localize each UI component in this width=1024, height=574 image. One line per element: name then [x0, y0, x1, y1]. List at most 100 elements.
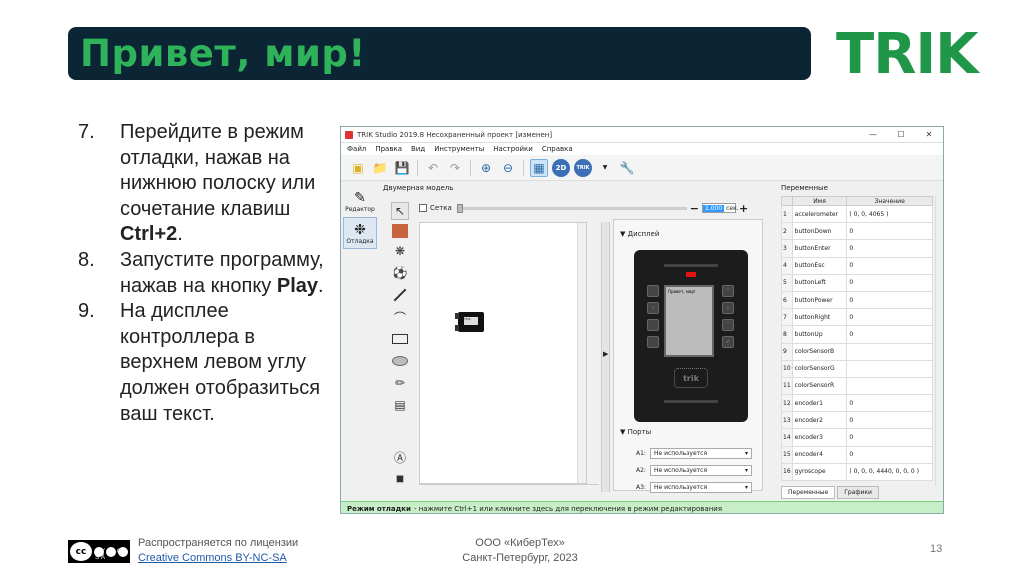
table-row[interactable]: 15 encoder4 0 [781, 445, 933, 464]
table-row[interactable]: 10 colorSensorG [781, 359, 933, 378]
table-row[interactable]: 3 buttonEnter 0 [781, 239, 933, 258]
rectangle-tool-icon[interactable] [391, 330, 409, 348]
table-row[interactable]: 13 encoder2 0 [781, 411, 933, 430]
menu-file[interactable]: Файл [347, 145, 366, 153]
variable-name: encoder2 [791, 411, 848, 430]
toolbar-separator [523, 159, 524, 176]
table-row[interactable]: 16 gyroscope( 0, 0, 0, 4440, 0, 0, 0 ) [781, 462, 933, 482]
speed-field[interactable]: 1.000 сек. [702, 203, 739, 213]
table-row[interactable]: 11 colorSensorR [781, 376, 933, 396]
grid-checkbox[interactable] [419, 204, 427, 212]
2d-scene[interactable]: TRIK [419, 222, 587, 484]
undo-icon[interactable]: ↶ [424, 159, 442, 177]
close-icon[interactable]: ✕ [915, 127, 943, 143]
license-link[interactable]: Creative Commons BY-NC-SA [138, 552, 287, 564]
key-right-icon[interactable]: › [722, 302, 734, 314]
lcd-text: Привет, мир! [668, 289, 696, 294]
ellipse-shape [392, 356, 408, 366]
tab-variables[interactable]: Переменные [781, 486, 836, 499]
minus-icon[interactable]: − [690, 202, 699, 215]
spiral-icon[interactable]: ❋ [391, 242, 409, 260]
settings-tools-icon[interactable]: 🔧 [618, 159, 636, 177]
variable-name: buttonRight [791, 308, 848, 327]
debug-mode-button[interactable]: ❉ Отладка [343, 217, 377, 249]
table-row[interactable]: 12 encoder1 0 [781, 394, 933, 413]
table-row[interactable]: 1 accelerometer( 0, 0, 4065 ) [781, 204, 933, 224]
license-text: Распространяется по лицензии Creative Co… [138, 536, 298, 566]
port-select[interactable]: Не используется ▾ [649, 482, 752, 493]
ball-icon[interactable]: ⚽ [391, 264, 409, 282]
stop-button-icon[interactable]: ⏹ [391, 469, 409, 488]
device-logo: trik [674, 368, 708, 388]
window-titlebar: TRIK Studio 2019.8 Несохраненный проект … [341, 127, 943, 143]
wall-icon[interactable] [392, 224, 408, 238]
port-select[interactable]: Не используется ▾ [649, 465, 752, 476]
cc-license-badge[interactable]: cc BY NC SA [68, 540, 130, 563]
port-row: A3: Не используется ▾ [636, 482, 752, 493]
key-down-icon[interactable]: ˅ [722, 319, 734, 331]
cc-labels: BY NC SA [95, 549, 124, 561]
key-enter-icon[interactable]: ✓ [722, 336, 734, 348]
ports-header[interactable]: ▼ Порты [620, 428, 651, 436]
variables-scrollbar[interactable] [935, 196, 943, 486]
tab-graphs[interactable]: Графики [837, 486, 879, 499]
status-bar[interactable]: Режим отладки - нажмите Ctrl+1 или кликн… [341, 501, 943, 513]
maximize-icon[interactable]: ☐ [887, 127, 915, 143]
bezier-icon[interactable]: ⌒ [391, 308, 409, 326]
key-icon[interactable] [647, 336, 659, 348]
expand-arrow-icon[interactable]: ▶ [603, 350, 608, 358]
line-tool-icon[interactable] [391, 286, 409, 304]
table-row[interactable]: 5 buttonLeft 0 [781, 273, 933, 292]
table-row[interactable]: 8 buttonUp 0 [781, 325, 933, 344]
column-header-value[interactable]: Значение [846, 196, 933, 206]
menu-help[interactable]: Справка [542, 145, 573, 153]
key-up-icon[interactable]: ˄ [722, 285, 734, 297]
variable-value: 0 [846, 445, 933, 464]
plus-icon[interactable]: + [739, 202, 748, 215]
variable-name: buttonEnter [791, 239, 848, 258]
fit-to-screen-icon[interactable]: ▦ [530, 158, 548, 177]
key-left-icon[interactable]: ‹ [647, 302, 659, 314]
save-icon[interactable]: 💾 [393, 159, 411, 177]
trik-robot-button[interactable]: TRIK [574, 158, 592, 177]
table-row[interactable]: 6 buttonPower 0 [781, 290, 933, 310]
column-header-name[interactable]: Имя [791, 196, 848, 206]
display-header[interactable]: ▼ Дисплей [620, 230, 659, 238]
menu-view[interactable]: Вид [411, 145, 425, 153]
ellipse-tool-icon[interactable] [391, 352, 409, 370]
menu-edit[interactable]: Правка [375, 145, 402, 153]
menu-settings[interactable]: Настройки [493, 145, 533, 153]
scene-hscrollbar[interactable] [419, 484, 599, 492]
status-text: - нажмите Ctrl+1 или кликните здесь для … [413, 504, 723, 513]
chevron-down-icon[interactable]: ▼ [596, 159, 614, 177]
table-row[interactable]: 4 buttonEsc 0 [781, 256, 933, 275]
table-row[interactable]: 14 encoder3 0 [781, 428, 933, 447]
zoom-in-icon[interactable]: ⊕ [477, 159, 495, 177]
speed-slider[interactable] [456, 203, 687, 213]
minimize-icon[interactable]: — [859, 127, 887, 143]
variable-value: 0 [846, 239, 933, 258]
zoom-out-icon[interactable]: ⊖ [499, 159, 517, 177]
key-icon[interactable] [647, 285, 659, 297]
cursor-icon[interactable]: ↖ [391, 202, 409, 220]
pencil-icon[interactable]: ✏ [391, 374, 409, 392]
panel-splitter[interactable]: ▶ [601, 222, 610, 492]
open-folder-icon[interactable]: 📁 [371, 159, 389, 177]
port-select[interactable]: Не используется ▾ [649, 448, 752, 459]
new-project-icon[interactable]: ▣ [349, 159, 367, 177]
redo-icon[interactable]: ↷ [446, 159, 464, 177]
table-row[interactable]: 7 buttonRight 0 [781, 308, 933, 327]
variable-value: 0 [846, 308, 933, 327]
scene-scrollbar[interactable] [577, 223, 586, 483]
editor-mode-button[interactable]: ✎ Редактор [343, 185, 377, 217]
table-row[interactable]: 2 buttonDown 0 [781, 222, 933, 241]
menu-tools[interactable]: Инструменты [434, 145, 484, 153]
variable-idx: 13 [781, 411, 793, 430]
run-n-icon[interactable]: Ⓐ [391, 448, 409, 466]
key-icon[interactable] [647, 319, 659, 331]
robot-model[interactable]: TRIK [455, 312, 484, 332]
table-row[interactable]: 9 colorSensorB [781, 342, 933, 361]
slider-knob[interactable] [456, 203, 463, 213]
2d-model-button[interactable]: 2D [552, 158, 570, 177]
image-icon[interactable]: ▤ [391, 396, 409, 414]
